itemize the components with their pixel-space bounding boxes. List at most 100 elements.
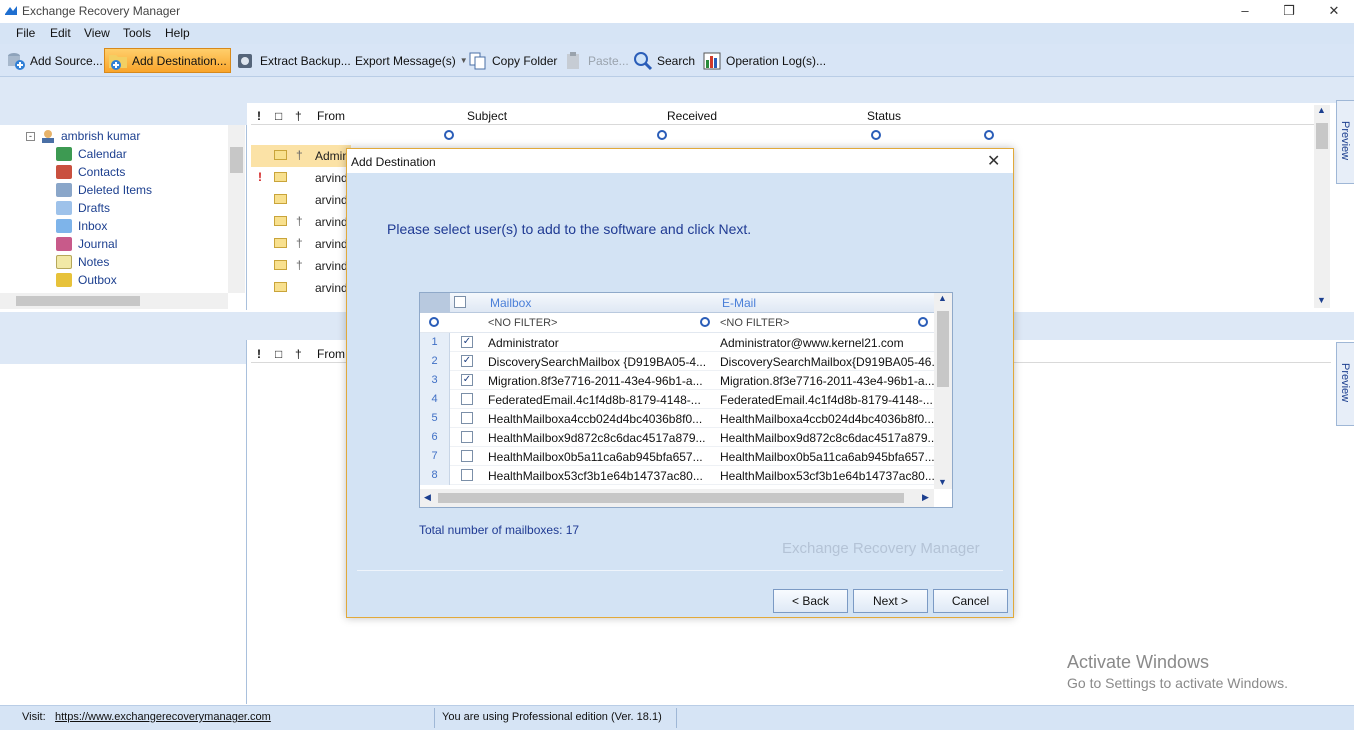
list-item[interactable]: arvind — [251, 277, 351, 299]
tree-item-inbox[interactable]: Inbox — [56, 217, 226, 235]
column-received[interactable]: Received — [667, 109, 717, 123]
contacts-icon — [56, 165, 72, 179]
search-icon[interactable] — [444, 130, 454, 140]
importance-column-icon[interactable]: ! — [257, 347, 261, 361]
tree-item-contacts[interactable]: Contacts — [56, 163, 226, 181]
row-checkbox[interactable]: ✓ — [461, 355, 473, 367]
scroll-thumb[interactable] — [230, 147, 243, 173]
tree-vertical-scrollbar[interactable] — [228, 125, 245, 293]
message-list-scrollbar[interactable]: ▲ ▼ — [1314, 105, 1330, 308]
column-mailbox[interactable]: Mailbox — [490, 296, 531, 310]
preview-tab-bottom[interactable]: Preview — [1336, 342, 1354, 426]
row-checkbox[interactable] — [461, 412, 473, 424]
maximize-button[interactable]: ❒ — [1277, 2, 1301, 20]
column-status[interactable]: Status — [867, 109, 901, 123]
attachment-column-icon[interactable]: † — [295, 109, 302, 123]
email-filter-input[interactable]: <NO FILTER> — [720, 317, 789, 329]
status-divider — [676, 708, 677, 728]
preview-tab-top[interactable]: Preview — [1336, 100, 1354, 184]
export-messages-button[interactable]: Export Message(s) ▼ — [352, 48, 471, 73]
row-number: 1 — [420, 333, 450, 352]
lower-column-from[interactable]: From — [317, 347, 345, 361]
table-row[interactable]: 4 FederatedEmail.4c1f4d8b-8179-4148-... Fe… — [420, 390, 934, 409]
select-all-checkbox[interactable] — [454, 296, 466, 308]
extract-backup-button[interactable]: Extract Backup... — [233, 48, 354, 73]
table-row[interactable]: 6 HealthMailbox9d872c8c6dac4517a879... Hea… — [420, 428, 934, 447]
row-checkbox[interactable]: ✓ — [461, 336, 473, 348]
row-checkbox[interactable] — [461, 450, 473, 462]
add-source-button[interactable]: Add Source... — [3, 48, 106, 73]
grid-horizontal-scrollbar[interactable]: ◀ ▶ — [420, 489, 934, 507]
column-email[interactable]: E-Mail — [722, 296, 756, 310]
minimize-button[interactable]: – — [1233, 2, 1257, 20]
backup-icon — [238, 53, 252, 68]
next-button[interactable]: Next > — [853, 589, 928, 613]
search-icon[interactable] — [918, 317, 928, 327]
tree-item-calendar[interactable]: Calendar — [56, 145, 226, 163]
tree-item-journal[interactable]: Journal — [56, 235, 226, 253]
close-button[interactable]: ✕ — [1322, 2, 1346, 20]
table-row[interactable]: 7 HealthMailbox0b5a11ca6ab945bfa657... Hea… — [420, 447, 934, 466]
search-icon[interactable] — [870, 130, 881, 140]
list-item[interactable]: ! arvind — [251, 167, 351, 189]
type-column-icon[interactable]: □ — [275, 109, 282, 123]
add-destination-button[interactable]: Add Destination... — [104, 48, 231, 73]
grid-vertical-scrollbar[interactable]: ▲ ▼ — [934, 293, 952, 489]
search-icon[interactable] — [984, 130, 995, 140]
table-row[interactable]: 8 HealthMailbox53cf3b1e64b14737ac80... Hea… — [420, 466, 934, 485]
menu-edit[interactable]: Edit — [50, 26, 71, 40]
menu-view[interactable]: View — [84, 26, 110, 40]
menu-file[interactable]: File — [16, 26, 35, 40]
row-checkbox[interactable] — [461, 431, 473, 443]
scroll-thumb[interactable] — [1316, 123, 1328, 149]
row-checkbox[interactable]: ✓ — [461, 374, 473, 386]
scroll-thumb[interactable] — [438, 493, 904, 503]
importance-column-icon[interactable]: ! — [257, 109, 261, 123]
back-button[interactable]: < Back — [773, 589, 848, 613]
scroll-left-icon[interactable]: ◀ — [424, 492, 431, 503]
scroll-down-icon[interactable]: ▼ — [938, 477, 947, 487]
table-row[interactable]: 1 ✓ Administrator Administrator@www.kernel2… — [420, 333, 934, 352]
column-subject[interactable]: Subject — [467, 109, 507, 123]
tree-item-outbox[interactable]: Outbox — [56, 271, 226, 289]
search-button[interactable]: Search — [630, 48, 698, 73]
scroll-thumb[interactable] — [937, 311, 949, 387]
search-icon[interactable] — [700, 317, 710, 327]
scroll-down-icon[interactable]: ▼ — [1317, 295, 1326, 305]
table-row[interactable]: 3 ✓ Migration.8f3e7716-2011-43e4-96b1-a...… — [420, 371, 934, 390]
column-from[interactable]: From — [317, 109, 345, 123]
select-all-corner[interactable] — [420, 293, 450, 312]
mailbox-filter-input[interactable]: <NO FILTER> — [488, 317, 557, 329]
type-column-icon[interactable]: □ — [275, 347, 282, 361]
copy-folder-button[interactable]: Copy Folder — [465, 48, 560, 73]
row-checkbox[interactable] — [461, 469, 473, 481]
attachment-column-icon[interactable]: † — [295, 347, 302, 361]
list-item[interactable]: † Admini — [251, 145, 352, 167]
tree-item-notes[interactable]: Notes — [56, 253, 226, 271]
list-item[interactable]: † arvind — [251, 233, 351, 255]
search-icon[interactable] — [657, 130, 668, 140]
list-item[interactable]: † arvind — [251, 211, 351, 233]
menu-help[interactable]: Help — [165, 26, 190, 40]
menu-tools[interactable]: Tools — [123, 26, 151, 40]
table-row[interactable]: 5 HealthMailboxa4ccb024d4bc4036b8f0... Hea… — [420, 409, 934, 428]
list-item[interactable]: arvind — [251, 189, 351, 211]
scroll-right-icon[interactable]: ▶ — [922, 492, 929, 503]
paste-button[interactable]: Paste... — [561, 48, 632, 73]
operation-logs-button[interactable]: Operation Log(s)... — [699, 48, 829, 73]
website-link[interactable]: https://www.exchangerecoverymanager.com — [55, 711, 271, 723]
tree-item-drafts[interactable]: Drafts — [56, 199, 226, 217]
scroll-up-icon[interactable]: ▲ — [938, 293, 947, 303]
grid-header: Mailbox E-Mail — [420, 293, 934, 313]
row-checkbox[interactable] — [461, 393, 473, 405]
list-item[interactable]: † arvind — [251, 255, 351, 277]
tree-horizontal-scrollbar[interactable] — [0, 293, 228, 309]
tree-item-deleted-items[interactable]: Deleted Items — [56, 181, 226, 199]
scroll-thumb[interactable] — [16, 296, 140, 306]
dialog-close-icon[interactable]: ✕ — [987, 151, 1000, 171]
scroll-up-icon[interactable]: ▲ — [1317, 105, 1326, 115]
table-row[interactable]: 2 ✓ DiscoverySearchMailbox {D919BA05-4... D… — [420, 352, 934, 371]
collapse-icon[interactable]: - — [26, 131, 35, 141]
cancel-button[interactable]: Cancel — [933, 589, 1008, 613]
tree-root[interactable]: - ambrish kumar — [26, 128, 140, 144]
